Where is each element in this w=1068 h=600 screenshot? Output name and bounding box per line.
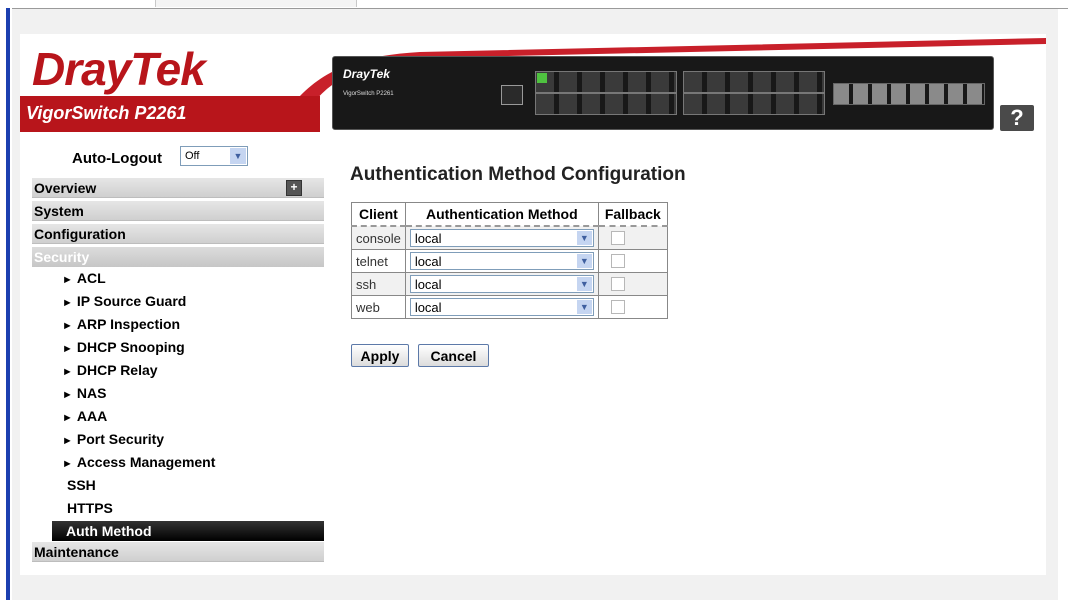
chevron-down-icon: ▼ <box>576 277 592 291</box>
device-model: VigorSwitch P2261 <box>343 91 394 97</box>
nav-item-dhcp-snooping[interactable]: ► DHCP Snooping <box>62 339 185 355</box>
auto-logout-value: Off <box>185 150 200 162</box>
auth-method-select[interactable]: local ▼ <box>409 252 594 270</box>
triangle-right-icon: ► <box>62 435 73 447</box>
nav-item-nas[interactable]: ► NAS <box>62 385 106 401</box>
auto-logout-label: Auto-Logout <box>72 150 162 167</box>
nav-security[interactable]: Security <box>32 247 324 267</box>
fallback-checkbox[interactable] <box>610 300 625 314</box>
help-button[interactable]: ? <box>1000 105 1034 131</box>
triangle-right-icon: ► <box>62 274 73 286</box>
console-port <box>501 85 523 105</box>
port-block-1 <box>535 71 677 115</box>
header-banner: DrayTek VigorSwitch P2261 DrayTek VigorS… <box>20 34 1046 142</box>
expand-plus-icon[interactable]: + <box>286 180 302 196</box>
port-block-2 <box>683 71 825 115</box>
auth-method-table: Client Authentication Method Fallback co… <box>351 202 668 319</box>
draytek-logo: DrayTek <box>32 43 206 95</box>
auth-method-value: local <box>414 231 442 246</box>
cancel-button[interactable]: Cancel <box>418 344 489 367</box>
auth-method-value: local <box>414 277 442 292</box>
sfp-ports <box>833 83 985 105</box>
column-header-authentication-method: Authentication Method <box>404 202 599 227</box>
device-brand: DrayTek <box>343 67 390 81</box>
auto-logout-select[interactable]: Off ▼ <box>180 146 248 166</box>
chevron-down-icon: ▼ <box>576 254 592 268</box>
apply-button[interactable]: Apply <box>351 344 409 367</box>
browser-tab[interactable] <box>155 0 357 7</box>
nav-auth-method-label: Auth Method <box>66 523 152 539</box>
table-row: console local ▼ <box>351 225 668 250</box>
fallback-checkbox[interactable] <box>610 254 625 268</box>
triangle-right-icon: ► <box>62 458 73 470</box>
column-header-client: Client <box>351 202 406 227</box>
nav-item-auth-method[interactable]: Auth Method <box>52 521 324 541</box>
triangle-right-icon: ► <box>62 297 73 309</box>
auth-method-select[interactable]: local ▼ <box>409 275 594 293</box>
nav-maintenance[interactable]: Maintenance <box>32 542 324 562</box>
triangle-right-icon: ► <box>62 389 73 401</box>
nav-overview[interactable]: Overview + <box>32 178 324 198</box>
column-header-fallback: Fallback <box>597 202 668 227</box>
nav-item-dhcp-relay[interactable]: ► DHCP Relay <box>62 362 158 378</box>
nav-item-https[interactable]: HTTPS <box>67 500 113 516</box>
page-title: Authentication Method Configuration <box>350 164 686 185</box>
nav-configuration-label: Configuration <box>34 226 126 242</box>
client-cell: telnet <box>351 249 406 273</box>
nav-item-aaa[interactable]: ► AAA <box>62 408 107 424</box>
table-header-row: Client Authentication Method Fallback <box>351 202 668 227</box>
nav-item-port-security[interactable]: ► Port Security <box>62 431 164 447</box>
nav-security-label: Security <box>34 249 90 265</box>
auth-method-value: local <box>414 254 442 269</box>
browser-top-edge <box>0 0 1068 9</box>
triangle-right-icon: ► <box>62 343 73 355</box>
triangle-right-icon: ► <box>62 320 73 332</box>
client-cell: web <box>351 295 406 319</box>
nav-item-acl[interactable]: ► ACL <box>62 270 106 286</box>
nav-system-label: System <box>34 203 84 219</box>
table-row: web local ▼ <box>351 295 668 319</box>
chevron-down-icon: ▼ <box>576 231 592 245</box>
model-banner: VigorSwitch P2261 <box>20 96 320 132</box>
triangle-right-icon: ► <box>62 366 73 378</box>
nav-overview-label: Overview <box>34 180 97 196</box>
client-cell: ssh <box>351 272 406 296</box>
auth-method-value: local <box>414 300 442 315</box>
nav-item-ssh[interactable]: SSH <box>67 477 96 493</box>
nav-item-ip-source-guard[interactable]: ► IP Source Guard <box>62 293 186 309</box>
switch-front-panel-image: DrayTek VigorSwitch P2261 <box>332 56 994 130</box>
nav-configuration[interactable]: Configuration <box>32 224 324 244</box>
model-name: VigorSwitch P2261 <box>26 103 187 123</box>
nav-item-access-management[interactable]: ► Access Management <box>62 454 215 470</box>
table-row: telnet local ▼ <box>351 249 668 273</box>
window-left-edge <box>0 8 12 600</box>
fallback-checkbox[interactable] <box>610 277 625 291</box>
fallback-checkbox[interactable] <box>610 231 625 245</box>
client-cell: console <box>351 225 406 250</box>
nav-item-arp-inspection[interactable]: ► ARP Inspection <box>62 316 180 332</box>
nav-maintenance-label: Maintenance <box>34 544 119 560</box>
chevron-down-icon: ▼ <box>576 300 592 314</box>
auth-method-select[interactable]: local ▼ <box>409 298 594 316</box>
table-row: ssh local ▼ <box>351 272 668 296</box>
auth-method-select[interactable]: local ▼ <box>409 229 594 247</box>
chevron-down-icon: ▼ <box>230 148 246 164</box>
nav-system[interactable]: System <box>32 201 324 221</box>
triangle-right-icon: ► <box>62 412 73 424</box>
